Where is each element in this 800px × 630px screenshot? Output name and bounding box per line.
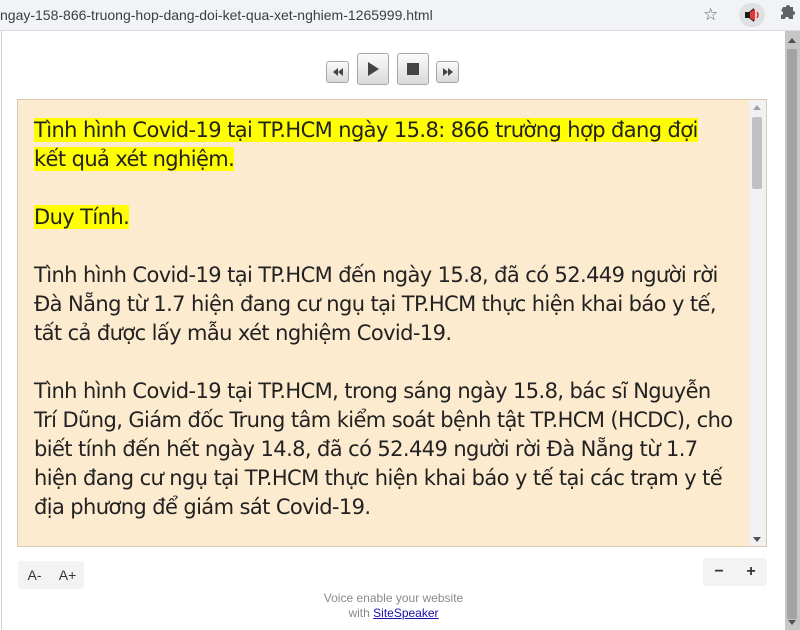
page-scrollbar[interactable] — [784, 31, 800, 630]
article-paragraph: Tình hình Covid-19 tại TP.HCM đến ngày 1… — [34, 263, 718, 345]
reader-scroll-up-icon[interactable] — [753, 105, 761, 110]
player-controls — [326, 53, 466, 87]
play-button[interactable] — [357, 53, 389, 85]
stop-button[interactable] — [397, 53, 429, 85]
forward-icon — [442, 68, 453, 76]
sitespeaker-link[interactable]: SiteSpeaker — [373, 606, 438, 620]
footer-with: with — [348, 606, 370, 620]
zoom-in-button[interactable]: + — [735, 558, 767, 586]
sitespeaker-extension-icon[interactable] — [739, 3, 765, 27]
font-size-controls: A- A+ — [18, 561, 84, 589]
stop-icon — [407, 63, 419, 75]
article-author: Duy Tính. — [34, 205, 130, 229]
url-text[interactable]: ngay-158-866-truong-hop-dang-doi-ket-qua… — [0, 7, 433, 23]
reader-scroll-down-icon[interactable] — [753, 537, 761, 542]
browser-address-bar: ngay-158-866-truong-hop-dang-doi-ket-qua… — [0, 0, 800, 31]
article-paragraph: Tình hình Covid-19 tại TP.HCM, trong sán… — [34, 379, 733, 519]
rewind-button[interactable] — [326, 61, 349, 83]
reader-scroll-thumb[interactable] — [752, 117, 762, 189]
reader-text-area[interactable]: Tình hình Covid-19 tại TP.HCM ngày 15.8:… — [17, 99, 767, 547]
page-scroll-thumb[interactable] — [787, 49, 797, 619]
zoom-out-button[interactable]: − — [703, 558, 735, 586]
reader-scrollbar[interactable] — [749, 100, 766, 546]
extensions-puzzle-icon[interactable] — [775, 4, 797, 26]
font-decrease-button[interactable]: A- — [18, 561, 51, 589]
reader-popup: Tình hình Covid-19 tại TP.HCM ngày 15.8:… — [1, 31, 785, 630]
rewind-icon — [332, 68, 343, 76]
forward-button[interactable] — [436, 61, 459, 83]
footer-tagline: Voice enable your website — [323, 591, 464, 605]
font-increase-button[interactable]: A+ — [51, 561, 84, 589]
bookmark-star-icon[interactable]: ☆ — [703, 4, 718, 26]
page-scroll-down-icon[interactable] — [788, 620, 796, 625]
footer: Voice enable your website with SiteSpeak… — [2, 591, 785, 621]
zoom-controls: − + — [703, 558, 767, 586]
page-scroll-up-icon[interactable] — [788, 38, 796, 43]
article-title: Tình hình Covid-19 tại TP.HCM ngày 15.8:… — [34, 118, 698, 171]
play-icon — [368, 62, 379, 76]
article-content: Tình hình Covid-19 tại TP.HCM ngày 15.8:… — [34, 116, 734, 546]
